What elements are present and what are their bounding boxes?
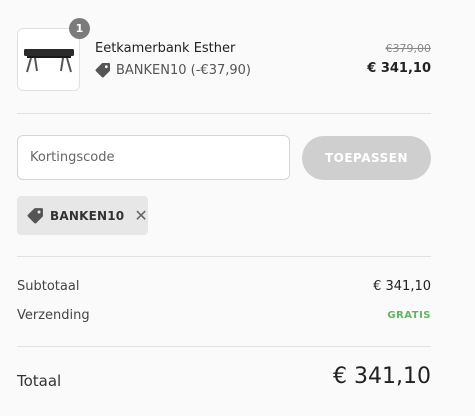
total-value: € 341,10 [333,364,431,389]
product-discount-label: BANKEN10 (-€37,90) [116,62,251,78]
product-price: € 341,10 [367,61,431,76]
bench-icon [24,49,74,73]
subtotal-label: Subtotaal [17,279,80,294]
product-original-price: €379,00 [385,42,432,55]
tag-icon [27,208,43,224]
apply-discount-button[interactable]: TOEPASSEN [302,136,431,180]
order-summary: 1 Eetkamerbank Esther BANKEN10 (-€37,90)… [0,0,475,416]
product-name: Eetkamerbank Esther [95,41,236,56]
quantity-badge: 1 [69,18,90,39]
shipping-label: Verzending [17,308,90,323]
product-discount: BANKEN10 (-€37,90) [95,62,251,78]
subtotal-value: € 341,10 [373,279,431,294]
divider [17,113,431,114]
shipping-value: GRATIS [387,310,431,321]
total-label: Totaal [17,372,62,390]
product-line-item: 1 Eetkamerbank Esther BANKEN10 (-€37,90)… [17,18,432,92]
divider [17,256,431,257]
applied-discount-chip: BANKEN10 ✕ [17,196,148,235]
product-thumbnail [17,28,80,91]
close-icon[interactable]: ✕ [134,207,147,224]
tag-icon [95,63,110,78]
applied-discount-code: BANKEN10 [50,208,125,223]
discount-code-input[interactable] [17,135,290,180]
divider [17,346,431,347]
